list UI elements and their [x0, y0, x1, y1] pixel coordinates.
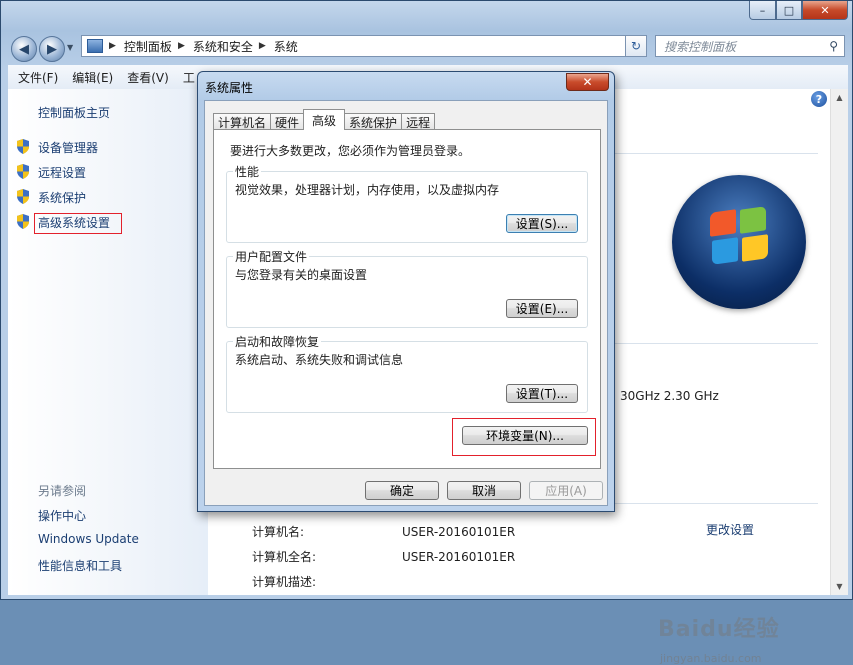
windows-logo: [672, 175, 806, 309]
forward-button[interactable]: ▶: [39, 36, 65, 62]
tab-hardware[interactable]: 硬件: [270, 113, 305, 130]
shield-icon: [17, 214, 29, 229]
highlight-box: [452, 418, 596, 456]
back-button[interactable]: ◀: [11, 36, 37, 62]
search-input[interactable]: 搜索控制面板 ⚲: [655, 35, 845, 57]
help-icon[interactable]: ?: [811, 91, 827, 107]
minimize-button[interactable]: –: [749, 1, 776, 20]
see-also-action-center[interactable]: 操作中心: [38, 507, 86, 524]
window-caption-buttons: – □ ✕: [749, 1, 848, 20]
chevron-right-icon[interactable]: ▶: [178, 41, 185, 51]
logo-flag-red: [710, 209, 736, 237]
full-name-value: USER-20160101ER: [402, 550, 516, 564]
scroll-down-icon[interactable]: ▼: [831, 578, 848, 595]
chevron-right-icon[interactable]: ▶: [109, 41, 116, 51]
ok-button[interactable]: 确定: [365, 481, 439, 500]
description-row: 计算机描述:: [252, 573, 402, 590]
menu-edit[interactable]: 编辑(E): [72, 69, 113, 86]
close-button[interactable]: ✕: [802, 1, 848, 20]
divider: [608, 503, 818, 504]
dialog-close-button[interactable]: ✕: [566, 73, 609, 91]
computer-name-value: USER-20160101ER: [402, 525, 516, 539]
shield-icon: [17, 139, 29, 154]
system-properties-dialog: 系统属性 ✕ 计算机名 硬件 高级 系统保护 远程 要进行大多数更改，您必须作为…: [197, 71, 615, 512]
tab-system-protection[interactable]: 系统保护: [344, 113, 403, 130]
watermark-url: jingyan.baidu.com: [660, 652, 762, 665]
full-name-label: 计算机全名:: [252, 550, 317, 564]
sidebar-item-system-protection[interactable]: 系统保护: [38, 189, 86, 206]
tab-advanced[interactable]: 高级: [303, 109, 346, 130]
admin-note: 要进行大多数更改，您必须作为管理员登录。: [230, 144, 471, 158]
see-also-heading: 另请参阅: [38, 484, 87, 498]
logo-flag-green: [740, 206, 766, 234]
maximize-button[interactable]: □: [776, 1, 802, 20]
chevron-right-icon[interactable]: ▶: [259, 41, 266, 51]
refresh-button[interactable]: ↻: [625, 35, 647, 57]
change-settings-link[interactable]: 更改设置: [706, 521, 754, 538]
user-profiles-title: 用户配置文件: [233, 248, 310, 265]
performance-group: 性能 视觉效果，处理器计划，内存使用，以及虚拟内存 设置(S)...: [226, 163, 588, 243]
breadcrumb-system[interactable]: 系统: [274, 38, 298, 55]
menu-view[interactable]: 查看(V): [127, 69, 169, 86]
scroll-up-icon[interactable]: ▲: [831, 89, 848, 106]
startup-recovery-settings-button[interactable]: 设置(T)...: [506, 384, 578, 403]
highlight-box: [34, 213, 122, 234]
sidebar-item-device-manager[interactable]: 设备管理器: [38, 139, 98, 156]
sidebar: 控制面板主页 设备管理器 远程设置 系统保护 高级系统设置 另请参阅 操作中心 …: [8, 89, 208, 595]
tab-remote[interactable]: 远程: [401, 113, 436, 130]
sidebar-home-link[interactable]: 控制面板主页: [38, 104, 110, 121]
back-arrow-icon: ◀: [19, 41, 29, 57]
cancel-button[interactable]: 取消: [447, 481, 521, 500]
address-bar[interactable]: ▶ 控制面板 ▶ 系统和安全 ▶ 系统 ▼: [81, 35, 647, 57]
description-label: 计算机描述:: [252, 575, 317, 589]
performance-title: 性能: [233, 163, 262, 180]
see-also-windows-update[interactable]: Windows Update: [38, 532, 139, 546]
control-panel-icon: [87, 39, 103, 53]
logo-flag-blue: [712, 237, 738, 265]
performance-settings-button[interactable]: 设置(S)...: [506, 214, 578, 233]
forward-arrow-icon: ▶: [47, 41, 57, 57]
divider: [608, 343, 818, 344]
divider: [608, 153, 818, 154]
see-also-performance-tools[interactable]: 性能信息和工具: [38, 557, 122, 574]
apply-button[interactable]: 应用(A): [529, 481, 603, 500]
computer-name-row: 计算机名: USER-20160101ER: [252, 523, 515, 540]
computer-name-label: 计算机名:: [252, 525, 305, 539]
shield-icon: [17, 164, 29, 179]
watermark-logo: Baidu经验: [658, 617, 780, 642]
startup-recovery-title: 启动和故障恢复: [233, 333, 322, 350]
shield-icon: [17, 189, 29, 204]
sidebar-item-remote-settings[interactable]: 远程设置: [38, 164, 86, 181]
startup-recovery-description: 系统启动、系统失败和调试信息: [235, 353, 404, 367]
performance-description: 视觉效果，处理器计划，内存使用，以及虚拟内存: [235, 183, 500, 197]
startup-recovery-group: 启动和故障恢复 系统启动、系统失败和调试信息 设置(T)...: [226, 333, 588, 413]
refresh-icon: ↻: [630, 39, 642, 53]
search-icon[interactable]: ⚲: [829, 39, 838, 53]
menu-file[interactable]: 文件(F): [18, 69, 58, 86]
user-profiles-description: 与您登录有关的桌面设置: [235, 268, 368, 282]
search-placeholder: 搜索控制面板: [664, 39, 737, 54]
dialog-title: 系统属性: [205, 81, 254, 95]
recent-pages-dropdown[interactable]: ▼: [67, 43, 73, 52]
menu-tools[interactable]: 工: [183, 69, 195, 86]
logo-flag-yellow: [742, 234, 768, 262]
close-icon: ✕: [582, 75, 593, 89]
user-profiles-group: 用户配置文件 与您登录有关的桌面设置 设置(E)...: [226, 248, 588, 328]
tab-computer-name[interactable]: 计算机名: [213, 113, 272, 130]
vertical-scrollbar[interactable]: ▲ ▼: [830, 89, 848, 595]
user-profiles-settings-button[interactable]: 设置(E)...: [506, 299, 578, 318]
full-name-row: 计算机全名: USER-20160101ER: [252, 548, 515, 565]
tab-strip: 计算机名 硬件 高级 系统保护 远程: [213, 109, 436, 130]
processor-speed-text: 30GHz 2.30 GHz: [620, 389, 719, 403]
breadcrumb-system-security[interactable]: 系统和安全: [193, 38, 253, 55]
breadcrumb-control-panel[interactable]: 控制面板: [124, 38, 172, 55]
